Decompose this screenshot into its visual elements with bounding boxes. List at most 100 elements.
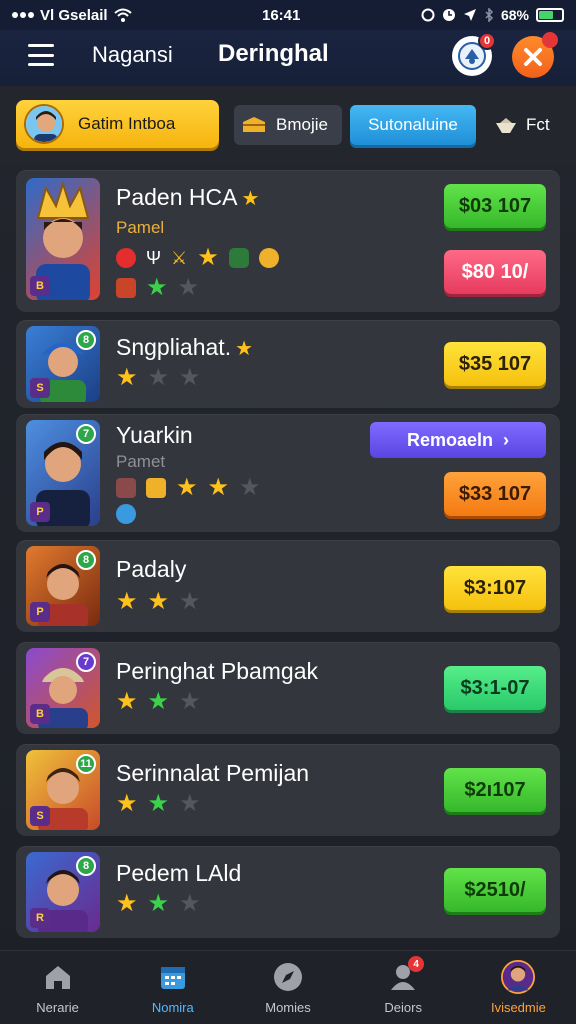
remove-button[interactable]: Remoaeln › bbox=[370, 422, 546, 458]
level-badge: 8 bbox=[76, 550, 96, 570]
notification-badge: 0 bbox=[478, 32, 496, 50]
notification-badge: 4 bbox=[408, 956, 425, 972]
buy-price-button[interactable]: $2ı107 bbox=[444, 768, 546, 812]
location-icon bbox=[463, 9, 476, 21]
nav-item-calendar[interactable]: Nomira bbox=[115, 951, 230, 1024]
hamburger-menu-icon[interactable] bbox=[28, 44, 54, 66]
player-name: Sngpliahat. ★ bbox=[116, 334, 254, 360]
tab-label: Bmojie bbox=[276, 115, 328, 134]
badge-icon bbox=[146, 478, 166, 498]
buy-price-button[interactable]: $33 107 bbox=[444, 472, 546, 516]
top-navigation: Nagansi Deringhal 0 bbox=[0, 30, 576, 86]
buy-price-button[interactable]: $35 107 bbox=[444, 342, 546, 386]
star-icon: ★ bbox=[197, 244, 219, 271]
nav-item-profile[interactable]: Ivisedmie bbox=[461, 951, 576, 1024]
nav-title[interactable]: Nagansi bbox=[92, 42, 173, 68]
tab-bmojie[interactable]: Bmojie bbox=[234, 105, 342, 145]
player-card[interactable]: 7 B Peringhat Pbamgak ★ ★ ★ $3:1-07 bbox=[16, 642, 560, 734]
star-icon: ★ bbox=[147, 790, 170, 817]
star-icon: ★ bbox=[241, 188, 260, 210]
rating-row: ★ ★ ★ bbox=[116, 892, 201, 916]
player-portrait: 7 B bbox=[26, 648, 100, 728]
player-portrait: 8 R bbox=[26, 852, 100, 932]
calendar-icon bbox=[156, 960, 190, 994]
fork-icon: Ψ bbox=[146, 247, 162, 268]
star-icon: ★ bbox=[235, 338, 254, 360]
player-card[interactable]: 11 S Serinnalat Pemijan ★ ★ ★ $2ı107 bbox=[16, 744, 560, 836]
bluetooth-icon bbox=[485, 8, 494, 22]
close-badge bbox=[542, 32, 558, 48]
close-icon bbox=[524, 48, 542, 66]
star-icon: ★ bbox=[116, 688, 138, 715]
star-icon: ★ bbox=[177, 274, 200, 301]
tab-gatim-intboa[interactable]: Gatim Intboa bbox=[16, 100, 219, 148]
compass-icon bbox=[271, 960, 305, 994]
coin-icon bbox=[258, 248, 279, 268]
player-portrait: 8 S bbox=[26, 326, 100, 402]
profile-avatar[interactable]: 0 bbox=[452, 32, 496, 76]
player-card[interactable]: 8 S Sngpliahat. ★ ★ ★ ★ $35 107 bbox=[16, 320, 560, 408]
user-icon: 4 bbox=[386, 956, 425, 994]
star-icon: ★ bbox=[179, 364, 201, 391]
star-icon: ★ bbox=[176, 474, 198, 501]
star-icon: ★ bbox=[207, 474, 230, 501]
buy-price-button[interactable]: $03 107 bbox=[444, 184, 546, 228]
battery-icon bbox=[536, 8, 564, 22]
rank-badge: S bbox=[30, 806, 50, 826]
rank-badge: P bbox=[30, 602, 50, 622]
star-icon: ★ bbox=[147, 688, 170, 715]
close-button[interactable] bbox=[512, 32, 558, 78]
tab-fct[interactable]: Fct bbox=[494, 105, 550, 145]
level-badge: 8 bbox=[76, 330, 96, 350]
clock: 16:41 bbox=[262, 6, 301, 24]
rank-badge: P bbox=[30, 502, 50, 522]
home-icon bbox=[41, 960, 75, 994]
star-icon: ★ bbox=[179, 890, 201, 917]
player-portrait: B bbox=[26, 178, 100, 300]
carrier-label: Vl Gselail bbox=[40, 6, 108, 24]
rating-row: ★ ★ ★ bbox=[116, 366, 201, 390]
nav-item-users[interactable]: 4 Deiors bbox=[346, 951, 461, 1024]
profile-icon bbox=[501, 960, 536, 994]
shield-icon bbox=[228, 248, 249, 268]
chest-icon bbox=[243, 117, 265, 132]
tab-label: Fct bbox=[526, 115, 550, 134]
player-subtitle: Pamet bbox=[116, 452, 166, 471]
sell-price-button[interactable]: $80 10/ bbox=[444, 250, 546, 294]
buy-price-button[interactable]: $3:107 bbox=[444, 566, 546, 610]
star-icon: ★ bbox=[179, 688, 201, 715]
star-icon: ★ bbox=[147, 890, 170, 917]
level-badge: 7 bbox=[76, 652, 96, 672]
rating-row: ★ ★ ★ bbox=[116, 792, 201, 816]
player-card[interactable]: B Paden HCA ★ Pamel Ψ ⚔ ★ ★ ★ $03 107 $80… bbox=[16, 170, 560, 312]
player-name: Padaly bbox=[116, 556, 187, 582]
nav-item-home[interactable]: Nerarie bbox=[0, 951, 115, 1024]
buy-price-button[interactable]: $3:1-07 bbox=[444, 666, 546, 710]
wifi-icon bbox=[113, 8, 132, 22]
star-icon: ★ bbox=[116, 890, 138, 917]
tab-label: Sutonaluine bbox=[368, 115, 458, 134]
alarm-icon bbox=[421, 8, 435, 22]
player-portrait: 7 P bbox=[26, 420, 100, 526]
buy-price-button[interactable]: $2510/ bbox=[444, 868, 546, 912]
star-icon: ★ bbox=[179, 588, 201, 615]
star-icon: ★ bbox=[116, 790, 138, 817]
player-card[interactable]: 7 P Yuarkin Pamet ★ ★ ★ Remoaeln › $33 1… bbox=[16, 414, 560, 532]
star-icon: ★ bbox=[116, 588, 138, 615]
rating-row: ★ ★ ★ bbox=[116, 590, 201, 614]
player-card[interactable]: 8 R Pedem LAld ★ ★ ★ $2510/ bbox=[16, 846, 560, 938]
page-title: Deringhal bbox=[218, 40, 329, 67]
filter-tabs: Gatim Intboa Bmojie Sutonaluine Fct bbox=[0, 86, 576, 166]
nav-item-compass[interactable]: Momies bbox=[230, 951, 345, 1024]
player-card[interactable]: 8 P Padaly ★ ★ ★ $3:107 bbox=[16, 540, 560, 632]
star-icon: ★ bbox=[146, 274, 168, 301]
bottom-navigation: Nerarie Nomira Momies 4 Deiors Ivisedmie bbox=[0, 950, 576, 1024]
tab-sutonaluine[interactable]: Sutonaluine bbox=[350, 105, 476, 145]
ball-icon bbox=[116, 248, 136, 268]
stat-icons-row: ★ ★ ★ bbox=[116, 476, 261, 500]
rank-badge: R bbox=[30, 908, 50, 928]
hat-icon bbox=[496, 118, 516, 133]
status-bar: Vl Gselail 16:41 68% bbox=[0, 0, 576, 30]
level-badge: 8 bbox=[76, 856, 96, 876]
avatar-icon bbox=[24, 104, 64, 144]
